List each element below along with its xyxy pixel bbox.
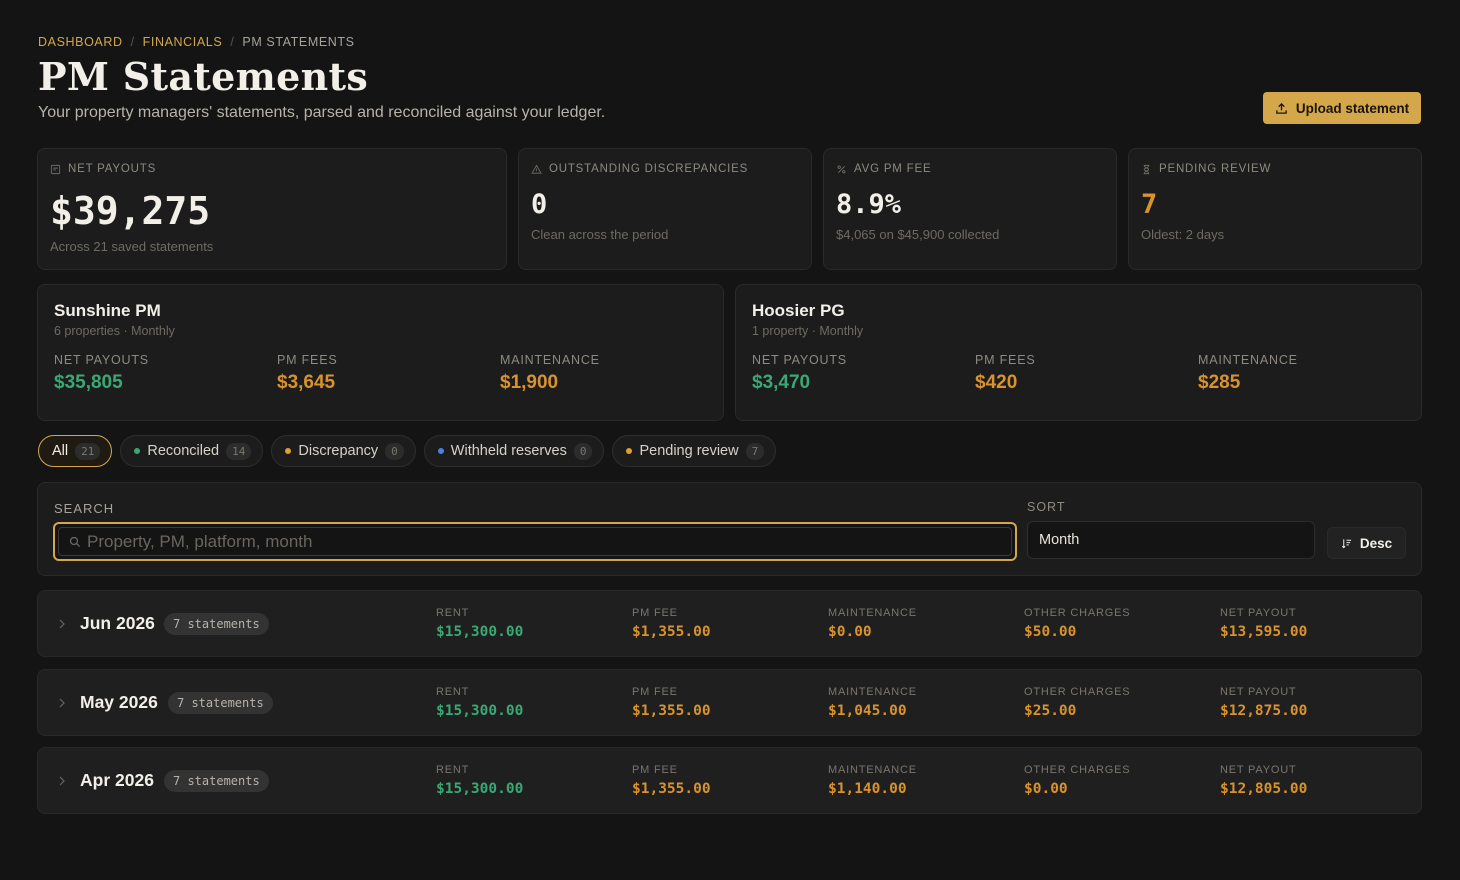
month-maintenance: MAINTENANCE $1,140.00 — [828, 764, 917, 797]
kpi-note: Across 21 saved statements — [50, 239, 214, 254]
percent-icon — [836, 164, 847, 175]
month-other-charges: OTHER CHARGES $0.00 — [1024, 764, 1131, 797]
chevron-right-icon[interactable] — [58, 696, 66, 710]
month-pm-fee: PM FEE $1,355.00 — [632, 607, 711, 640]
pm-name: Hoosier PG — [752, 301, 845, 320]
kpi-value: 0 — [531, 189, 548, 220]
month-other-charges: OTHER CHARGES $50.00 — [1024, 607, 1131, 640]
month-row-apr-2026[interactable]: Apr 2026 7 statements RENT $15,300.00 PM … — [37, 747, 1422, 814]
status-dot — [437, 448, 444, 454]
search-icon — [69, 536, 81, 547]
breadcrumb-financials[interactable]: FINANCIALS — [143, 35, 223, 49]
breadcrumb: DASHBOARD / FINANCIALS / PM STATEMENTS — [38, 35, 355, 49]
kpi-note: Clean across the period — [531, 227, 669, 242]
kpi-card-net-payouts: NET PAYOUTS $39,275 Across 21 saved stat… — [37, 148, 507, 270]
month-other-charges: OTHER CHARGES $25.00 — [1024, 686, 1131, 719]
breadcrumb-dashboard[interactable]: DASHBOARD — [38, 35, 123, 49]
filter-discrepancy[interactable]: Discrepancy 0 — [271, 435, 416, 467]
month-pm-fee: PM FEE $1,355.00 — [632, 686, 711, 719]
breadcrumb-separator: / — [130, 35, 135, 49]
month-name: Apr 2026 — [80, 770, 154, 790]
pm-meta: 6 properties · Monthly — [54, 324, 175, 338]
pm-meta: 1 property · Monthly — [752, 324, 864, 338]
pm-metric-net-payouts: NET PAYOUTS $35,805 — [54, 353, 149, 393]
kpi-note: $4,065 on $45,900 collected — [836, 227, 1000, 242]
filter-reconciled[interactable]: Reconciled 14 — [120, 435, 264, 467]
filter-withheld-reserves[interactable]: Withheld reserves 0 — [423, 435, 605, 467]
filter-pending-review[interactable]: Pending review 7 — [612, 435, 777, 467]
month-rent: RENT $15,300.00 — [436, 607, 524, 640]
month-maintenance: MAINTENANCE $0.00 — [828, 607, 917, 640]
kpi-value: 7 — [1141, 189, 1158, 220]
filter-all[interactable]: All 21 — [38, 435, 113, 467]
sort-direction-label: Desc — [1359, 535, 1393, 551]
month-row-jun-2026[interactable]: Jun 2026 7 statements RENT $15,300.00 PM … — [37, 590, 1422, 657]
statement-count-badge: 7 statements — [164, 613, 269, 635]
month-rent: RENT $15,300.00 — [436, 764, 524, 797]
month-pm-fee: PM FEE $1,355.00 — [632, 764, 711, 797]
page-title: PM Statements — [38, 54, 369, 99]
search-input[interactable] — [87, 531, 1011, 552]
upload-icon — [1276, 102, 1287, 114]
breadcrumb-current: PM STATEMENTS — [242, 35, 355, 49]
month-rent: RENT $15,300.00 — [436, 686, 524, 719]
sort-selected-value: Month — [1039, 532, 1080, 548]
status-dot — [626, 448, 633, 454]
filter-count: 21 — [75, 442, 101, 460]
page-subtitle: Your property managers' statements, pars… — [38, 104, 606, 121]
kpi-value: $39,275 — [50, 189, 211, 233]
month-name: May 2026 — [80, 692, 158, 712]
statement-count-badge: 7 statements — [164, 770, 269, 792]
kpi-card-discrepancies: OUTSTANDING DISCREPANCIES 0 Clean across… — [518, 148, 812, 270]
upload-statement-label: Upload statement — [1295, 100, 1410, 116]
upload-statement-button[interactable]: Upload statement — [1263, 92, 1421, 124]
pm-metric-net-payouts: NET PAYOUTS $3,470 — [752, 353, 847, 393]
kpi-label: AVG PM FEE — [854, 163, 932, 175]
month-name: Jun 2026 — [80, 613, 155, 633]
kpi-label: NET PAYOUTS — [68, 163, 157, 175]
kpi-value: 8.9% — [836, 189, 902, 220]
month-net-payout: NET PAYOUT $12,875.00 — [1220, 686, 1308, 719]
kpi-card-pending-review: PENDING REVIEW 7 Oldest: 2 days — [1128, 148, 1422, 270]
warning-icon — [531, 163, 542, 175]
kpi-note: Oldest: 2 days — [1141, 227, 1225, 242]
statement-count-badge: 7 statements — [168, 692, 273, 714]
filter-count: 7 — [745, 442, 765, 460]
pm-metric-pm-fees: PM FEES $420 — [975, 353, 1036, 393]
filter-count: 14 — [226, 442, 252, 460]
breadcrumb-separator: / — [230, 35, 235, 49]
hourglass-icon — [1141, 164, 1152, 175]
month-maintenance: MAINTENANCE $1,045.00 — [828, 686, 917, 719]
receipt-icon — [50, 164, 61, 175]
sort-select[interactable]: Month — [1027, 521, 1315, 559]
sort-label: SORT — [1027, 500, 1066, 514]
pm-card-hoosier[interactable]: Hoosier PG 1 property · Monthly NET PAYO… — [735, 284, 1422, 421]
pm-metric-maintenance: MAINTENANCE $1,900 — [500, 353, 600, 393]
kpi-card-avg-pm-fee: AVG PM FEE 8.9% $4,065 on $45,900 collec… — [823, 148, 1117, 270]
filter-count: 0 — [573, 442, 593, 460]
month-net-payout: NET PAYOUT $13,595.00 — [1220, 607, 1308, 640]
search-label: SEARCH — [54, 501, 115, 516]
pm-card-sunshine[interactable]: Sunshine PM 6 properties · Monthly NET P… — [37, 284, 724, 421]
kpi-label: OUTSTANDING DISCREPANCIES — [549, 163, 749, 175]
month-row-may-2026[interactable]: May 2026 7 statements RENT $15,300.00 PM … — [37, 669, 1422, 736]
status-filters: All 21 Reconciled 14 Discrepancy 0 Withh… — [38, 435, 777, 467]
pm-metric-pm-fees: PM FEES $3,645 — [277, 353, 338, 393]
kpi-label: PENDING REVIEW — [1159, 163, 1272, 175]
search-sort-panel: SEARCH SORT Month Desc — [37, 482, 1422, 576]
status-dot — [285, 448, 292, 454]
month-net-payout: NET PAYOUT $12,805.00 — [1220, 764, 1308, 797]
sort-direction-button[interactable]: Desc — [1327, 527, 1406, 559]
pm-metric-maintenance: MAINTENANCE $285 — [1198, 353, 1298, 393]
filter-count: 0 — [385, 442, 404, 460]
chevron-right-icon[interactable] — [58, 617, 66, 631]
chevron-right-icon[interactable] — [58, 774, 66, 788]
pm-name: Sunshine PM — [54, 301, 161, 320]
search-field — [53, 522, 1017, 561]
status-dot — [134, 448, 141, 454]
sort-descending-icon — [1341, 538, 1351, 548]
